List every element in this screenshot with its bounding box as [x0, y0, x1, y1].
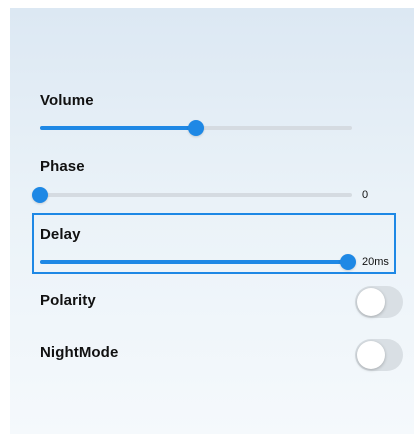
delay-slider[interactable] — [40, 254, 356, 270]
delay-slider-thumb[interactable] — [340, 254, 356, 270]
delay-slider-fill — [40, 260, 348, 264]
volume-slider-thumb[interactable] — [188, 120, 204, 136]
delay-value: 20ms — [362, 256, 389, 268]
polarity-label: Polarity — [40, 292, 96, 309]
polarity-toggle-knob — [357, 288, 385, 316]
phase-label: Phase — [40, 158, 85, 175]
phase-value: 0 — [362, 189, 369, 201]
nightmode-toggle[interactable] — [355, 339, 403, 371]
volume-slider[interactable] — [40, 120, 352, 136]
polarity-toggle[interactable] — [355, 286, 403, 318]
nightmode-label: NightMode — [40, 344, 119, 361]
phase-slider-thumb[interactable] — [32, 187, 48, 203]
phase-slider[interactable] — [32, 187, 352, 203]
nightmode-toggle-knob — [357, 341, 385, 369]
delay-label: Delay — [40, 226, 81, 243]
volume-slider-fill — [40, 126, 196, 130]
volume-label: Volume — [40, 92, 94, 109]
